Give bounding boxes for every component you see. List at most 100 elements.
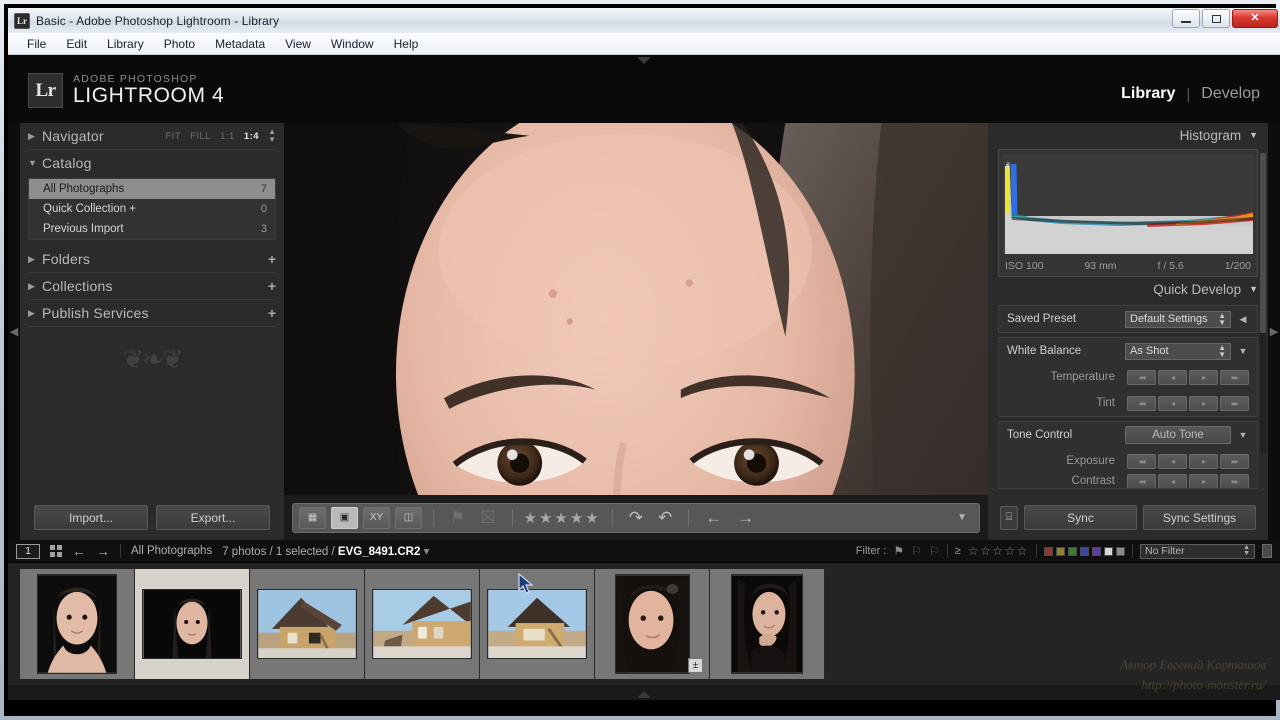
- flag-reject-icon[interactable]: ☒: [475, 508, 500, 528]
- chevron-down-icon[interactable]: ▼: [1249, 130, 1258, 140]
- add-folder-icon[interactable]: +: [268, 251, 276, 267]
- menu-view[interactable]: View: [276, 35, 320, 53]
- select-stepper-icon[interactable]: ▲ ▼: [1218, 344, 1226, 359]
- color-label-gray[interactable]: [1116, 546, 1125, 556]
- filmstrip-source[interactable]: All Photographs: [131, 545, 212, 557]
- filter-lock-icon[interactable]: [1262, 544, 1272, 558]
- left-panel-collapse-handle[interactable]: ◀: [8, 123, 20, 540]
- minimize-button[interactable]: [1172, 9, 1200, 28]
- survey-view-icon[interactable]: ◫: [395, 506, 422, 529]
- zoom-fit[interactable]: FIT: [165, 131, 181, 142]
- tone-control-collapse-icon[interactable]: ▼: [1237, 430, 1249, 440]
- contrast-increase-small[interactable]: ▸: [1189, 474, 1218, 488]
- menu-metadata[interactable]: Metadata: [206, 35, 274, 53]
- navigate-back-icon[interactable]: ←: [72, 543, 86, 559]
- filter-rating-stars[interactable]: ☆☆☆☆☆: [968, 544, 1029, 558]
- filmstrip-thumb-portrait-hand[interactable]: [710, 569, 825, 679]
- catalog-item-previous-import[interactable]: Previous Import 3: [29, 219, 275, 239]
- sync-button[interactable]: Sync: [1024, 505, 1137, 530]
- temperature-increase-small[interactable]: ▸: [1189, 369, 1218, 385]
- tint-decrease-large[interactable]: ◂◂: [1127, 395, 1156, 411]
- catalog-item-all-photographs[interactable]: All Photographs 7: [29, 179, 275, 199]
- export-button[interactable]: Export...: [156, 505, 270, 530]
- flag-pick-icon[interactable]: ⚑: [445, 508, 470, 528]
- filter-flag-unflagged-icon[interactable]: ⚐: [911, 544, 922, 558]
- white-balance-collapse-icon[interactable]: ▼: [1237, 346, 1249, 356]
- navigate-forward-icon[interactable]: →: [96, 543, 110, 559]
- exposure-increase-large[interactable]: ▸▸: [1220, 453, 1249, 469]
- tint-increase-large[interactable]: ▸▸: [1220, 395, 1249, 411]
- rating-operator[interactable]: ≥: [955, 545, 961, 557]
- saved-preset-select[interactable]: Default Settings ▲ ▼: [1125, 310, 1231, 328]
- folders-header[interactable]: ▶ Folders +: [20, 246, 284, 272]
- add-publish-service-icon[interactable]: +: [268, 305, 276, 321]
- right-panel-scrollbar[interactable]: [1260, 153, 1266, 453]
- loupe-view-icon[interactable]: ▣: [331, 506, 358, 529]
- filmstrip-thumb-portrait-gray-bg[interactable]: [20, 569, 135, 679]
- select-stepper-icon[interactable]: ▲ ▼: [1218, 312, 1226, 327]
- color-label-yellow[interactable]: [1056, 546, 1065, 556]
- filmstrip-thumb-portrait-dark-bg[interactable]: [135, 569, 250, 679]
- grid-view-icon[interactable]: [50, 545, 62, 557]
- maximize-button[interactable]: [1202, 9, 1230, 28]
- zoom-stepper-icon[interactable]: ▲ ▼: [268, 128, 276, 144]
- menu-file[interactable]: File: [18, 35, 55, 53]
- exposure-decrease-large[interactable]: ◂◂: [1127, 453, 1156, 469]
- filmstrip-thumb-portrait-closeup[interactable]: ±: [595, 569, 710, 679]
- toolbar-options-caret-icon[interactable]: ▼: [957, 512, 973, 523]
- histogram-header[interactable]: Histogram ▼: [988, 123, 1268, 147]
- collections-header[interactable]: ▶ Collections +: [20, 273, 284, 299]
- color-label-white[interactable]: [1104, 546, 1113, 556]
- grid-view-icon[interactable]: ▦: [299, 506, 326, 529]
- sync-mode-icon[interactable]: ⌸: [1000, 505, 1018, 530]
- top-panel-toggle-icon[interactable]: [637, 57, 651, 64]
- histogram-box[interactable]: ISO 100 93 mm f / 5.6 1/200: [998, 149, 1258, 277]
- white-balance-select[interactable]: As Shot ▲ ▼: [1125, 342, 1231, 360]
- publish-services-header[interactable]: ▶ Publish Services +: [20, 300, 284, 326]
- filename-caret-icon[interactable]: ▾: [424, 546, 430, 558]
- module-library[interactable]: Library: [1121, 85, 1175, 103]
- filter-flag-reject-icon[interactable]: ⚐: [929, 544, 940, 558]
- previous-photo-icon[interactable]: ←: [700, 508, 727, 528]
- import-button[interactable]: Import...: [34, 505, 148, 530]
- menu-library[interactable]: Library: [98, 35, 153, 53]
- next-photo-icon[interactable]: →: [732, 508, 759, 528]
- auto-tone-button[interactable]: Auto Tone: [1125, 426, 1231, 444]
- secondary-display-button[interactable]: 1: [16, 543, 40, 559]
- color-label-purple[interactable]: [1092, 546, 1101, 556]
- catalog-header[interactable]: ▼ Catalog: [20, 150, 284, 176]
- menu-photo[interactable]: Photo: [155, 35, 204, 53]
- contrast-decrease-small[interactable]: ◂: [1158, 474, 1187, 488]
- contrast-increase-large[interactable]: ▸▸: [1220, 474, 1249, 488]
- quick-develop-header[interactable]: Quick Develop ▼: [988, 277, 1268, 301]
- zoom-fill[interactable]: FILL: [190, 131, 211, 142]
- filmstrip-collapse-icon[interactable]: [637, 691, 651, 698]
- rotate-right-icon[interactable]: ↶: [653, 508, 677, 528]
- develop-settings-badge[interactable]: ±: [688, 658, 703, 673]
- menu-edit[interactable]: Edit: [57, 35, 96, 53]
- exposure-decrease-small[interactable]: ◂: [1158, 453, 1187, 469]
- filmstrip-thumb-wooden-house-2[interactable]: [365, 569, 480, 679]
- color-label-red[interactable]: [1044, 546, 1053, 556]
- saved-preset-expand-icon[interactable]: ◀: [1237, 314, 1249, 325]
- temperature-decrease-small[interactable]: ◂: [1158, 369, 1187, 385]
- right-panel-collapse-handle[interactable]: ▶: [1268, 123, 1280, 540]
- contrast-decrease-large[interactable]: ◂◂: [1127, 474, 1156, 488]
- select-stepper-icon[interactable]: ▲ ▼: [1243, 544, 1250, 557]
- chevron-down-icon[interactable]: ▼: [1249, 284, 1258, 294]
- menu-help[interactable]: Help: [385, 35, 428, 53]
- add-collection-icon[interactable]: +: [268, 278, 276, 294]
- tint-increase-small[interactable]: ▸: [1189, 395, 1218, 411]
- sync-settings-button[interactable]: Sync Settings: [1143, 505, 1256, 530]
- exposure-increase-small[interactable]: ▸: [1189, 453, 1218, 469]
- color-label-blue[interactable]: [1080, 546, 1089, 556]
- tint-decrease-small[interactable]: ◂: [1158, 395, 1187, 411]
- menu-window[interactable]: Window: [322, 35, 383, 53]
- filter-flag-pick-icon[interactable]: ⚑: [893, 544, 904, 558]
- close-button[interactable]: ✕: [1232, 9, 1278, 28]
- navigator-header[interactable]: ▶ Navigator FIT FILL 1:1 1:4 ▲ ▼: [20, 123, 284, 149]
- zoom-1-4[interactable]: 1:4: [244, 131, 259, 142]
- rating-stars[interactable]: ★★★★★: [524, 509, 601, 527]
- temperature-increase-large[interactable]: ▸▸: [1220, 369, 1249, 385]
- filter-preset-select[interactable]: No Filter ▲ ▼: [1140, 543, 1255, 559]
